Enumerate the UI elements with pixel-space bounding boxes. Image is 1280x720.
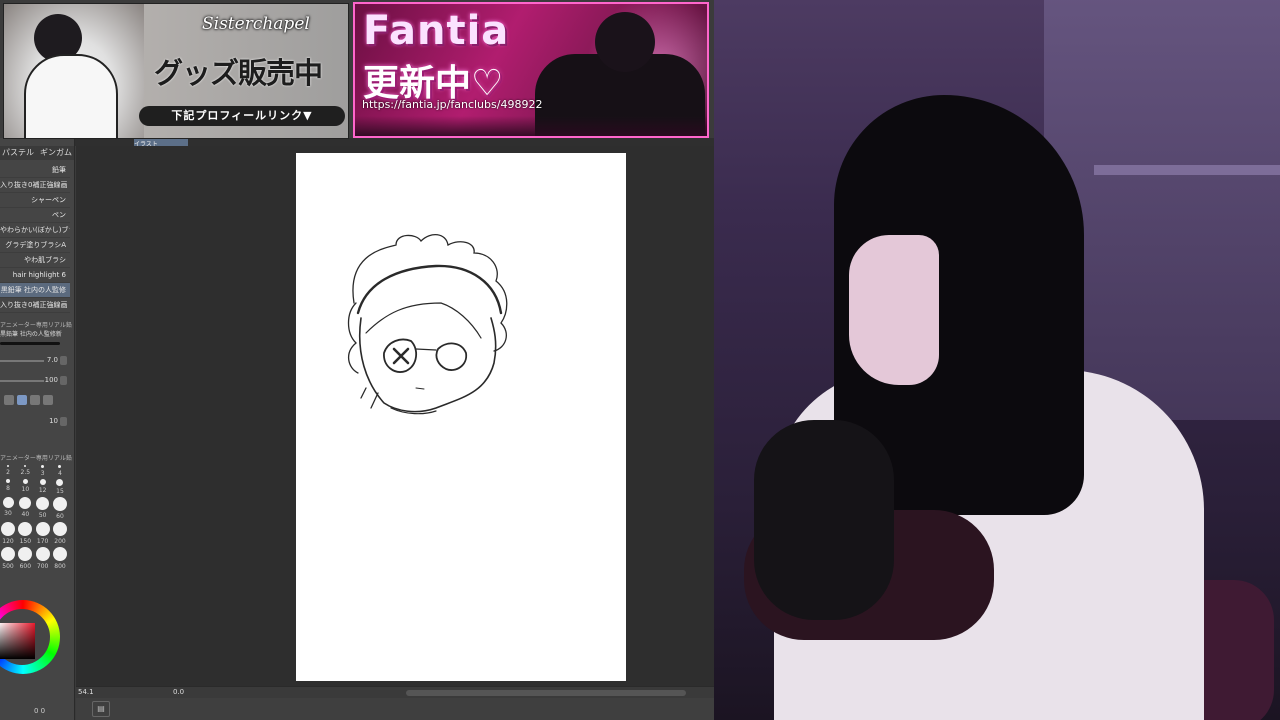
fantia-banner: Fantia 更新中♡ https://fantia.jp/fanclubs/4… [353,2,709,138]
brush-shape-row [4,395,66,407]
prop-opacity[interactable]: 100 [0,374,70,388]
size-option[interactable]: 12 [35,477,51,495]
size-option[interactable]: 30 [0,495,16,520]
opacity-spinner[interactable] [60,376,67,385]
streamer-face [849,235,939,385]
banner-shade [355,116,707,136]
size-row: 500 600 700 800 [0,545,68,570]
brush-item[interactable]: シャーペン [0,193,70,208]
brush-item[interactable]: やわらかい(ぼかし)ブラシ [0,223,70,238]
opacity-value: 100 [44,376,58,384]
size-row: 8 10 12 15 [0,477,68,495]
size-option[interactable]: 60 [52,495,68,520]
size-option[interactable]: 170 [35,520,51,545]
size-option[interactable]: 3 [35,463,51,477]
profile-link-badge: 下記プロフィールリンク▼ [139,106,345,126]
size-option[interactable]: 2 [0,463,16,477]
brush-item[interactable]: 入り抜き0補正強線画 [0,298,70,313]
color-readout: 0 0 [34,707,46,715]
background-shelf [1094,165,1280,175]
size-value: 7.0 [46,356,58,364]
prop-smooth[interactable]: 10 [0,415,70,429]
tab-pastel[interactable]: パステル [0,146,36,160]
size-option[interactable]: 10 [17,477,33,495]
layer-button[interactable]: ▤ [92,701,110,717]
size-panel-title: アニメーター専用リアル鉛筆 社内 [0,455,72,462]
goods-headline: グッズ販売中 [154,56,323,90]
stroke-preview [0,342,60,345]
brush-shape-option[interactable] [17,395,27,405]
rotation-value[interactable]: 0.0 [173,688,184,696]
size-spinner[interactable] [60,356,67,365]
size-option[interactable]: 600 [17,545,33,570]
brush-item[interactable]: ペン [0,208,70,223]
brush-item[interactable]: グラデ塗りブラシA [0,238,70,253]
size-option[interactable]: 200 [52,520,68,545]
top-toolbar [0,138,714,146]
brush-tabs: パステル ギンガム [0,146,74,160]
bottom-bar: ▤ [76,698,714,720]
size-row: 2 2.5 3 4 [0,463,68,477]
brush-item[interactable]: hair highlight 6 [0,268,70,283]
size-option[interactable]: 150 [17,520,33,545]
size-option[interactable]: 120 [0,520,16,545]
size-option[interactable]: 2.5 [17,463,33,477]
brush-preset-subtitle: 黒鉛筆 社内の人監修新 [0,331,62,338]
size-option[interactable]: 50 [35,495,51,520]
fantia-url: https://fantia.jp/fanclubs/498922 [362,98,543,111]
size-option[interactable]: 8 [0,477,16,495]
brush-shape-option[interactable] [30,395,40,405]
model-dress [24,54,118,138]
model-hair [595,12,655,72]
brush-item[interactable]: やわ肌ブラシ [0,253,70,268]
goods-banner: Sisterchapel グッズ販売中 下記プロフィールリンク▼ [3,3,349,139]
size-row: 120 150 170 200 [0,520,68,545]
size-option[interactable]: 700 [35,545,51,570]
tab-gingham[interactable]: ギンガム [38,146,74,160]
zoom-value[interactable]: 54.1 [78,688,94,696]
size-option[interactable]: 15 [52,477,68,495]
brush-shape-option[interactable] [43,395,53,405]
size-slider[interactable] [0,360,44,362]
smooth-spinner[interactable] [60,417,67,426]
size-option[interactable]: 800 [52,545,68,570]
webcam-feed [714,0,1280,720]
brush-item-selected[interactable]: 黒鉛筆 社内の人監修 [0,283,70,298]
size-option[interactable]: 40 [17,495,33,520]
sketch [347,234,508,415]
brush-size-grid: 2 2.5 3 4 8 10 12 15 30 40 50 60 120 150… [0,463,70,570]
size-option[interactable]: 4 [52,463,68,477]
brush-preset-title: アニメーター専用リアル鉛筆 [0,322,72,329]
horizontal-scrollbar[interactable] [406,690,686,696]
brush-item[interactable]: 鉛筆 [0,163,70,178]
color-picker-square[interactable] [0,623,35,659]
smooth-value: 10 [49,417,58,425]
microphone [754,420,894,620]
brush-list: 鉛筆 入り抜き0補正強線画 シャーペン ペン やわらかい(ぼかし)ブラシ グラデ… [0,163,70,313]
size-option[interactable]: 500 [0,545,16,570]
brush-shape-option[interactable] [4,395,14,405]
drawing-canvas[interactable] [296,153,626,681]
brand-logo: Sisterchapel [202,14,310,34]
size-row: 30 40 50 60 [0,495,68,520]
document-tab[interactable]: イラスト [134,139,188,148]
brush-item[interactable]: 入り抜き0補正強線画 [0,178,70,193]
opacity-slider[interactable] [0,380,44,382]
fantia-title: Fantia [363,8,510,54]
prop-size[interactable]: 7.0 [0,354,70,368]
